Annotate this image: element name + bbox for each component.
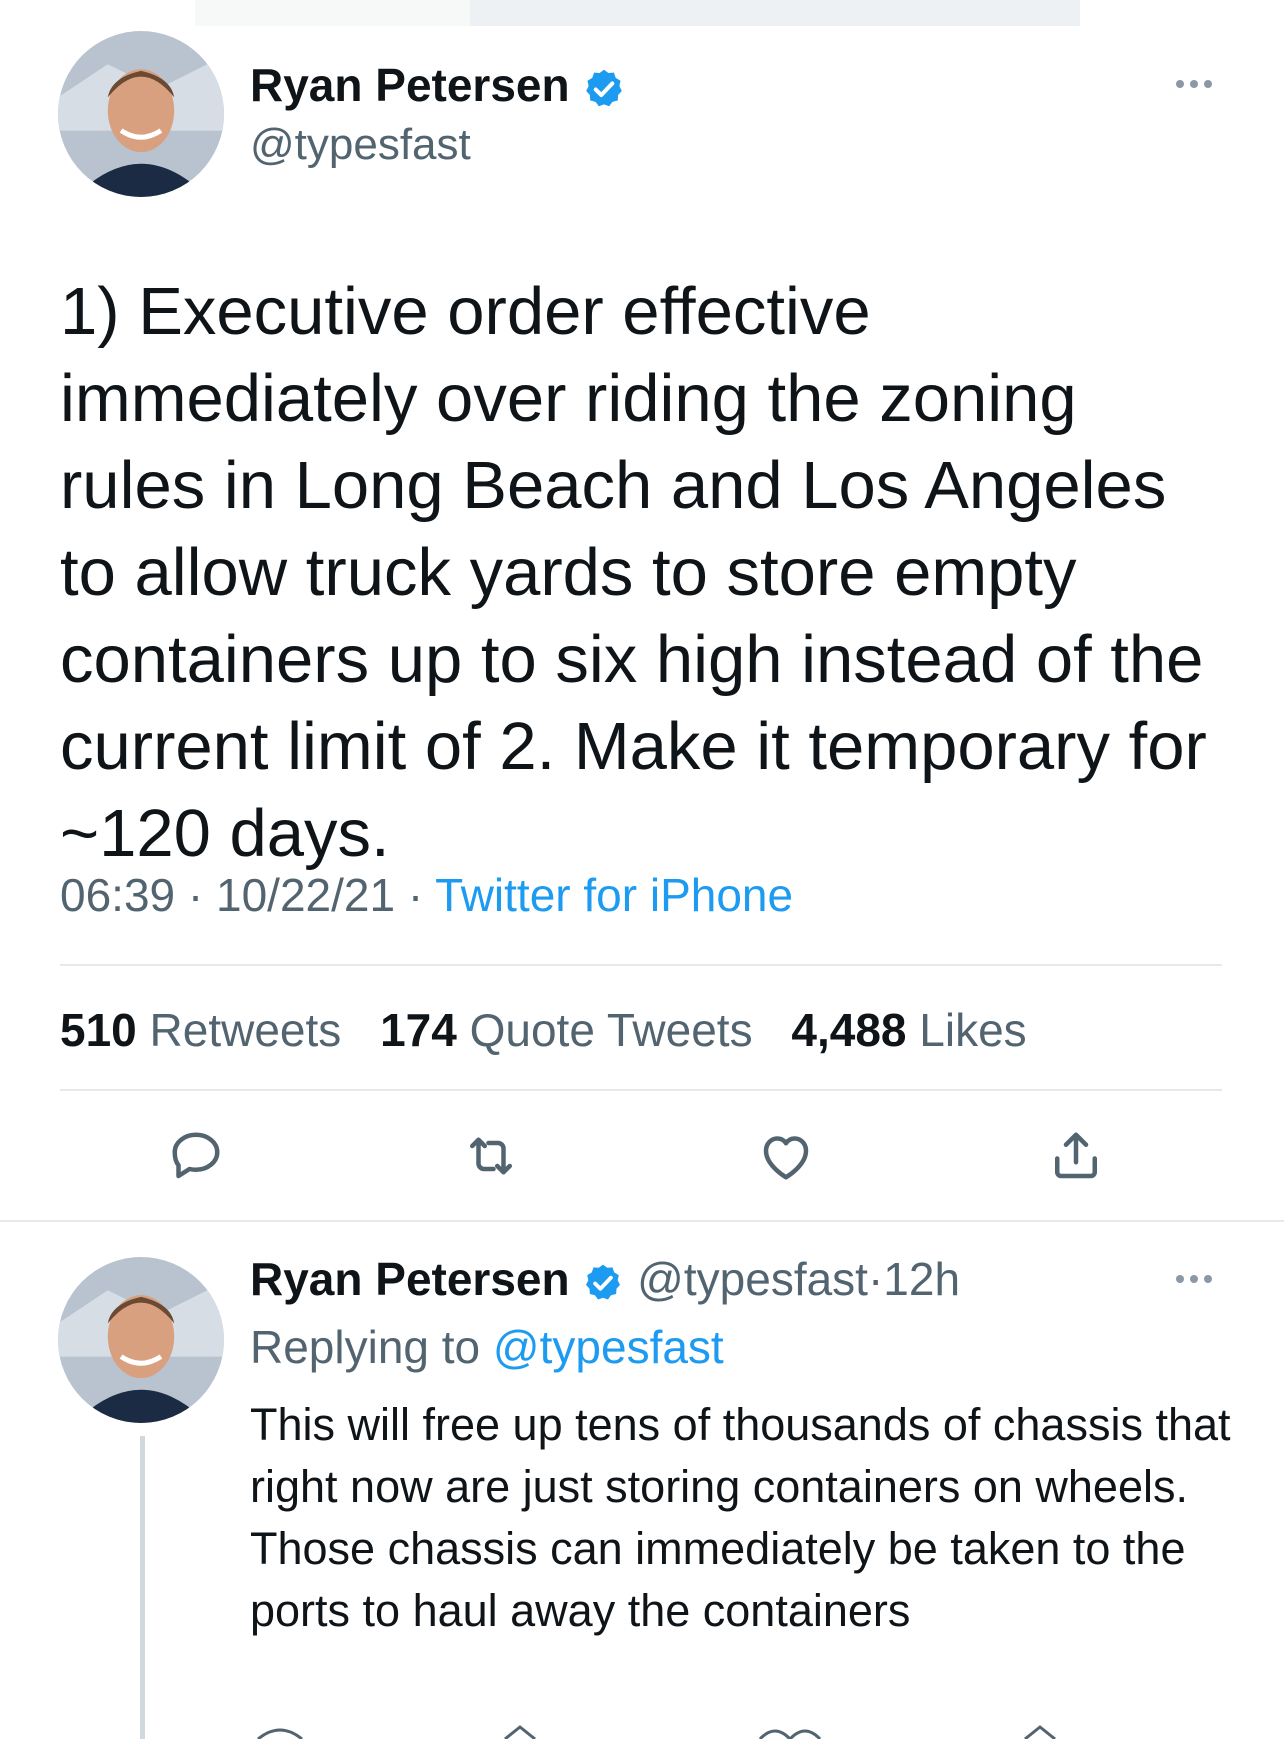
reply-action-icons-partial <box>257 1725 1056 1739</box>
reply-text: This will free up tens of thousands of c… <box>250 1399 1231 1636</box>
more-options-icon[interactable] <box>1176 80 1212 88</box>
replying-to-handle-link[interactable]: @typesfast <box>493 1321 724 1373</box>
quote-tweets-label: Quote Tweets <box>469 1004 753 1056</box>
reply-icon <box>172 1132 220 1179</box>
author-name-text: Ryan Petersen <box>250 59 570 111</box>
replying-to-prefix: Replying to <box>250 1321 481 1373</box>
tweet-source-link[interactable]: Twitter for iPhone <box>435 869 793 921</box>
avatar[interactable] <box>58 31 224 197</box>
retweets-label: Retweets <box>149 1004 342 1056</box>
tweet-meta: 06:39 · 10/22/21 · Twitter for iPhone <box>60 868 793 922</box>
top-bar-remnant-shade <box>470 0 1080 26</box>
reply-separator: · <box>867 1253 884 1305</box>
meta-separator: · <box>187 869 204 921</box>
retweets-count: 510 <box>60 1004 137 1056</box>
reply-age[interactable]: 12h <box>883 1253 960 1305</box>
share-button[interactable] <box>1040 1120 1112 1192</box>
tweet-time: 06:39 <box>60 869 176 921</box>
avatar[interactable] <box>58 1257 224 1423</box>
divider <box>60 964 1222 966</box>
like-icon <box>763 1136 809 1180</box>
likes-stat[interactable]: 4,488 Likes <box>791 1004 1026 1056</box>
likes-count: 4,488 <box>791 1004 907 1056</box>
quote-tweets-stat[interactable]: 174 Quote Tweets <box>380 1004 753 1056</box>
reply-header: Ryan Petersen @typesfast·12h <box>250 1252 960 1306</box>
retweet-icon <box>470 1137 512 1175</box>
avatar-image <box>58 1257 224 1423</box>
replying-to: Replying to @typesfast <box>250 1320 724 1374</box>
meta-separator: · <box>407 869 424 921</box>
thread-line <box>140 1436 145 1739</box>
like-button[interactable] <box>750 1120 822 1192</box>
author-name[interactable]: Ryan Petersen <box>250 58 626 112</box>
divider <box>60 1089 1222 1091</box>
tweet-text: 1) Executive order effective immediately… <box>60 274 1226 871</box>
avatar-image <box>58 31 224 197</box>
reply-button[interactable] <box>160 1120 232 1192</box>
reply-author-name[interactable]: Ryan Petersen <box>250 1253 570 1305</box>
divider <box>0 1220 1284 1222</box>
reply-author-handle[interactable]: @typesfast <box>637 1253 868 1305</box>
share-icon <box>1055 1132 1097 1179</box>
author-handle[interactable]: @typesfast <box>250 120 471 170</box>
verified-badge-icon <box>586 69 623 107</box>
tweet-date: 10/22/21 <box>216 869 396 921</box>
more-options-icon[interactable] <box>1176 1275 1212 1283</box>
retweet-button[interactable] <box>455 1120 527 1192</box>
retweets-stat[interactable]: 510 Retweets <box>60 1004 341 1056</box>
quote-tweets-count: 174 <box>380 1004 457 1056</box>
verified-badge-icon <box>586 1264 621 1300</box>
tweet-stats: 510 Retweets 174 Quote Tweets 4,488 Like… <box>60 1003 1027 1057</box>
likes-label: Likes <box>919 1004 1027 1056</box>
